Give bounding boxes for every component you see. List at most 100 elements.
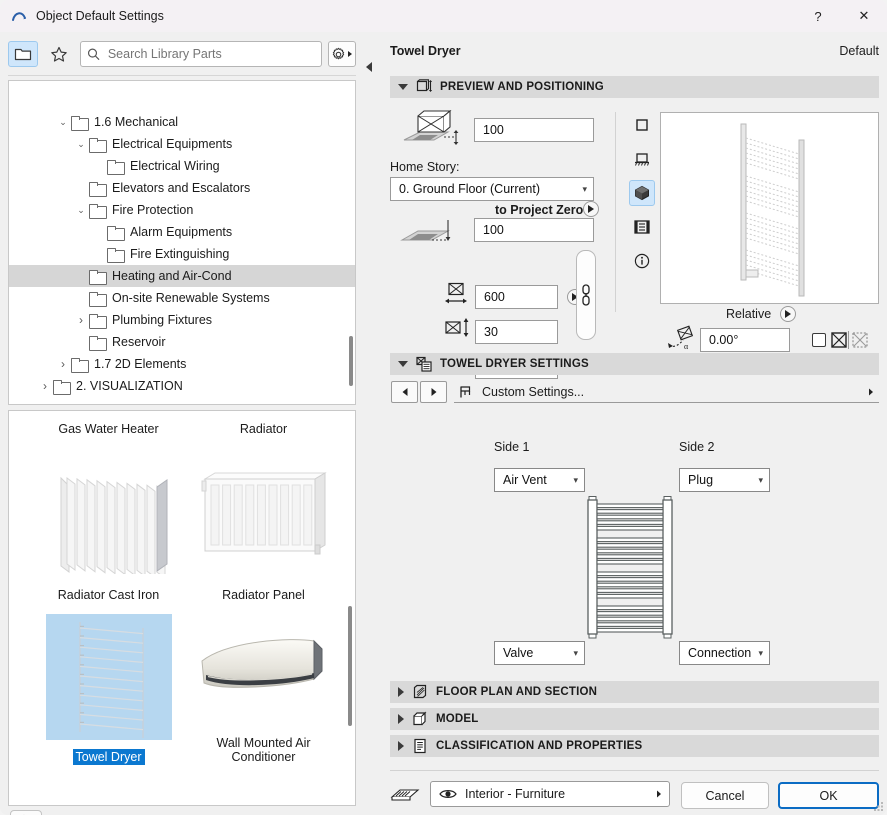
tree-item-2-visualization[interactable]: › 2. VISUALIZATION [9,375,355,397]
favorites-view-button[interactable] [44,41,74,67]
favorites-icon [460,385,471,397]
tree-item-electrical-wiring[interactable]: Electrical Wiring [9,155,355,177]
chevron-right-icon[interactable]: › [73,309,89,331]
thumbnail-label: Radiator [239,422,288,436]
section-title-towel-dryer: TOWEL DRYER SETTINGS [440,358,589,370]
folder-icon [14,48,32,61]
thumbnail-item[interactable]: Radiator Panel [186,443,341,605]
cube-icon [411,710,429,728]
side2-bottom-select[interactable]: Connection ▾ [679,641,770,665]
tree-item-elevators-and-escalators[interactable]: Elevators and Escalators [9,177,355,199]
thumbnail-item[interactable]: Towel Dryer [31,605,186,767]
chevron-right-icon[interactable]: › [55,353,71,375]
tree-item-reservoir[interactable]: Reservoir [9,331,355,353]
folder-icon [53,379,71,395]
rotation-angle-field[interactable]: 0.00° [700,328,790,352]
tree-item-electrical-equipments[interactable]: ⌄ Electrical Equipments [9,133,355,155]
resize-grip[interactable] [872,800,884,812]
proportional-link-toggle[interactable] [576,250,596,340]
tree-item-label: 1.6 Mechanical [94,115,179,129]
tree-item-label: 2. VISUALIZATION [76,379,183,393]
pen-set-icon [390,784,420,809]
thumbnail-item[interactable]: Wall Mounted Air Conditioner [186,605,341,767]
tree-item-on-site-renewable-systems[interactable]: On-site Renewable Systems [9,287,355,309]
library-tree[interactable]: ⌄ 1.6 Mechanical ⌄ Electrical Equipments Ele… [8,80,356,405]
folder-view-button[interactable] [8,41,38,67]
section-header-model[interactable]: MODEL [390,708,879,730]
project-zero-popup-button[interactable] [583,201,599,217]
side1-top-select[interactable]: Air Vent ▾ [494,468,585,492]
parameters-icon [415,355,433,373]
depth-icon [444,317,478,344]
custom-settings-bar[interactable]: Custom Settings... [454,381,879,403]
tree-scrollbar[interactable] [349,336,353,386]
thumbnail-label: Wall Mounted Air Conditioner [216,736,311,764]
ok-button[interactable]: OK [778,782,879,809]
object-thumbnail-browser[interactable]: Gas Water Heater Radiator Radiator Cast I… [8,410,356,806]
thumbnail-item[interactable]: Radiator [186,419,341,443]
tree-item-label: Electrical Equipments [112,137,233,151]
tree-indent-spacer [73,331,89,353]
tree-indent-spacer [73,177,89,199]
browser-scrollbar[interactable] [348,606,352,726]
tree-item-alarm-equipments[interactable]: Alarm Equipments [9,221,355,243]
depth-field[interactable]: 30 [475,320,558,344]
object-3d-preview[interactable] [660,112,879,304]
side2-top-select[interactable]: Plug ▾ [679,468,770,492]
section-header-preview-and-positioning[interactable]: PREVIEW AND POSITIONING [390,76,879,98]
folder-icon [107,225,125,241]
side1-bottom-select[interactable]: Valve ▾ [494,641,585,665]
search-library-parts[interactable] [80,41,322,67]
tree-item-plumbing-fixtures[interactable]: › Plumbing Fixtures [9,309,355,331]
cancel-button[interactable]: Cancel [681,782,769,809]
svg-text:α: α [684,342,689,351]
next-object-button[interactable] [420,381,447,403]
tree-item-fire-protection[interactable]: ⌄ Fire Protection [9,199,355,221]
tree-item-heating-and-air-cond[interactable]: Heating and Air-Cond [9,265,355,287]
tree-item-1-6-mechanical[interactable]: ⌄ 1.6 Mechanical [9,111,355,133]
3d-view-icon[interactable] [629,180,655,206]
preview-positioning-icon [415,78,433,96]
close-button[interactable]: ✕ [841,0,887,32]
help-button[interactable]: ? [795,0,841,32]
previous-object-button[interactable] [391,381,418,403]
section-header-floor-plan-and-section[interactable]: FLOOR PLAN AND SECTION [390,681,879,703]
chevron-down-icon[interactable]: ⌄ [55,111,71,133]
gear-icon [332,47,345,59]
thumbnail-grid: Gas Water Heater Radiator Radiator Cast I… [31,419,341,767]
2d-symbol-icon[interactable] [629,112,655,138]
section-header-classification-and-properties[interactable]: CLASSIFICATION AND PROPERTIES [390,735,879,757]
chevron-down-icon[interactable]: ⌄ [73,133,89,155]
section-title-model: MODEL [436,713,479,725]
layer-select[interactable]: Interior - Furniture [430,781,670,807]
preview-divider [615,112,616,312]
thumbnail-item[interactable]: Radiator Cast Iron [31,443,186,605]
elevation-to-project-zero-field[interactable]: 100 [474,218,594,242]
relative-popup-button[interactable] [780,306,796,322]
collapse-left-panel-arrow[interactable] [366,62,372,72]
library-settings-button[interactable] [328,41,356,67]
section-header-towel-dryer-settings[interactable]: TOWEL DRYER SETTINGS [390,353,879,375]
search-icon [87,48,100,60]
chevron-down-icon: ▾ [758,474,763,485]
tree-item-fire-extinguishing[interactable]: Fire Extinguishing [9,243,355,265]
section-elevation-icon[interactable] [629,146,655,172]
thumbnail-item[interactable]: Gas Water Heater [31,419,186,443]
width-field[interactable]: 600 [475,285,558,309]
library-manager-button[interactable] [10,810,42,815]
mirrored-toggle-button[interactable] [831,332,847,348]
gravity-checkbox[interactable] [812,333,826,347]
search-input[interactable] [105,46,315,62]
chevron-down-icon[interactable]: ⌄ [73,199,89,221]
side2-bottom-value: Connection [688,646,752,660]
chevron-right-icon[interactable]: › [37,375,53,397]
panel-splitter[interactable] [364,32,382,815]
tree-item-1-7-2d-elements[interactable]: › 1.7 2D Elements [9,353,355,375]
elevation-to-home-story-field[interactable]: 100 [474,118,594,142]
info-icon[interactable] [629,248,655,274]
mirrored-alt-toggle-button[interactable] [852,332,868,348]
folder-icon [89,269,107,285]
3d-document-icon[interactable] [629,214,655,240]
home-story-select[interactable]: 0. Ground Floor (Current) ▾ [390,177,594,201]
chevron-right-icon [398,741,404,751]
